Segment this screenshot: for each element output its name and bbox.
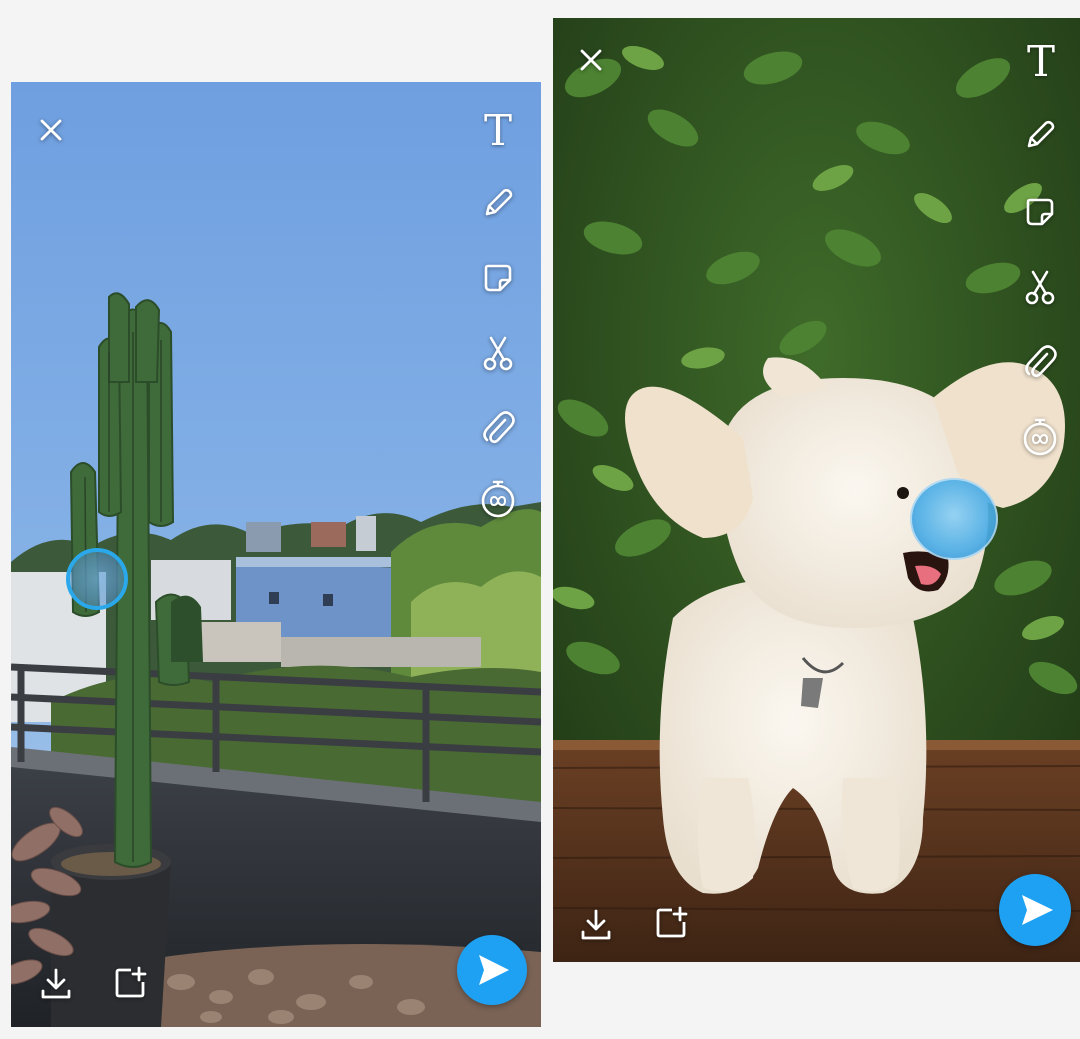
send-button[interactable] — [457, 935, 527, 1005]
text-icon[interactable]: T — [478, 110, 518, 154]
pencil-icon[interactable] — [481, 186, 515, 220]
close-icon[interactable] — [39, 118, 63, 142]
send-button[interactable] — [999, 874, 1071, 946]
download-icon[interactable] — [39, 967, 73, 1001]
sticker-icon[interactable] — [482, 262, 514, 294]
dog-on-bench-photo — [553, 18, 1080, 962]
pencil-icon[interactable] — [1023, 118, 1057, 152]
lens-selector-ring[interactable] — [66, 548, 128, 610]
add-to-story-icon[interactable] — [113, 966, 147, 1000]
scissors-icon[interactable] — [481, 336, 515, 372]
text-icon[interactable]: T — [1021, 41, 1061, 85]
timer-infinity-icon[interactable] — [479, 478, 517, 518]
close-icon[interactable] — [579, 48, 603, 72]
snap-preview-left: T — [11, 82, 541, 1027]
snap-preview-right: T — [553, 18, 1080, 962]
send-arrow-icon — [479, 955, 509, 985]
lens-selector-ring[interactable] — [910, 478, 998, 560]
add-to-story-icon[interactable] — [654, 906, 688, 940]
scissors-icon[interactable] — [1023, 270, 1057, 306]
timer-infinity-icon[interactable] — [1021, 416, 1059, 456]
send-arrow-icon — [1022, 895, 1053, 925]
paperclip-icon[interactable] — [481, 410, 515, 446]
paperclip-icon[interactable] — [1023, 344, 1057, 380]
download-icon[interactable] — [579, 908, 613, 942]
sticker-icon[interactable] — [1024, 196, 1056, 228]
